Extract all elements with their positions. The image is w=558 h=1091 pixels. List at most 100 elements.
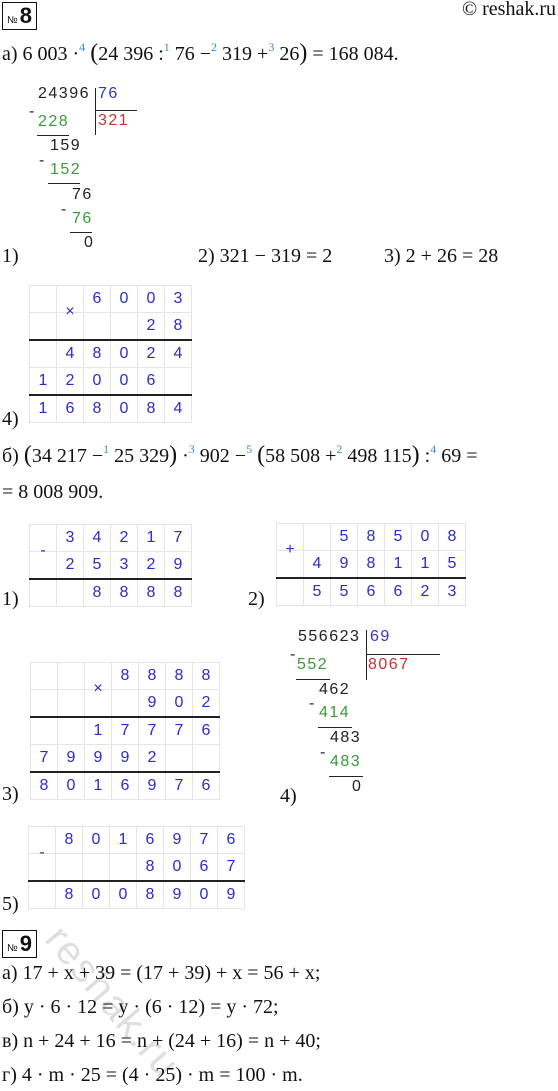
parenthesis: ( bbox=[257, 442, 266, 468]
digit-cell: 8 bbox=[138, 662, 166, 690]
digit-cell: 0 bbox=[83, 367, 111, 396]
subtrahend: 414 bbox=[319, 704, 351, 721]
digit-cell: 2 bbox=[138, 744, 166, 773]
equation-a: а) 6 003 ·4 (24 396 :1 76 −2 319 +3 26) … bbox=[2, 40, 399, 67]
subtraction-grid: -801697680678008909 bbox=[28, 826, 245, 909]
operator-cell: × bbox=[84, 675, 112, 703]
task-8-badge: №8 bbox=[2, 2, 37, 30]
digit-cell: 9 bbox=[163, 826, 191, 854]
minus: - bbox=[309, 695, 316, 712]
equation-text: 498 115 bbox=[342, 445, 412, 467]
digit-cell bbox=[111, 689, 139, 718]
digit-cell: 3 bbox=[438, 577, 466, 606]
subtrahend: 228 bbox=[38, 113, 70, 130]
equation-text: 34 217 − bbox=[31, 445, 104, 467]
digit-cell: 6 bbox=[192, 716, 220, 745]
digit-cell bbox=[29, 578, 57, 607]
equation-text: : bbox=[419, 445, 431, 467]
digit-cell: 8 bbox=[137, 394, 165, 423]
digit-cell: 4 bbox=[83, 524, 111, 552]
step-label: 4) bbox=[280, 785, 297, 807]
grid-row: × 6 0 0 3 bbox=[29, 285, 192, 326]
digit-cell: 5 bbox=[438, 550, 466, 579]
digit-cell: 0 bbox=[163, 853, 191, 882]
grid-row: +5 8 5 0 8 bbox=[276, 523, 466, 564]
digit-cell: 8 bbox=[55, 880, 83, 909]
equation-text: б) bbox=[2, 445, 24, 467]
remainder: 462 bbox=[319, 681, 351, 698]
equation-text: = 168 084. bbox=[307, 43, 399, 65]
digit-cell: 0 bbox=[82, 826, 110, 854]
digit-cell bbox=[30, 662, 58, 690]
digit-cell: 8 bbox=[357, 523, 385, 551]
quotient: 8067 bbox=[368, 656, 410, 673]
digit-cell: 9 bbox=[138, 771, 166, 800]
parenthesis: ( bbox=[23, 442, 32, 468]
parenthesis: ) bbox=[411, 442, 420, 468]
digit-cell: 9 bbox=[57, 744, 85, 773]
digit-cell: 8 bbox=[83, 578, 111, 607]
digit-cell: 1 bbox=[109, 826, 137, 854]
equation-text: 26 bbox=[274, 43, 300, 65]
parenthesis: ( bbox=[90, 40, 99, 66]
dividend: 556623 bbox=[298, 628, 361, 645]
digit-cell: 7 bbox=[190, 826, 218, 854]
step-3: 3) 2 + 26 = 28 bbox=[384, 245, 499, 267]
digit-cell: 7 bbox=[165, 771, 193, 800]
number-sign: № bbox=[7, 943, 18, 954]
digit-cell: 2 bbox=[137, 551, 165, 580]
task-number: 9 bbox=[19, 931, 32, 956]
operator-cell: - bbox=[29, 537, 57, 565]
digit-cell: 9 bbox=[217, 880, 245, 909]
digit-cell: 9 bbox=[111, 744, 139, 773]
digit-cell: 8 bbox=[192, 662, 220, 690]
digit-cell bbox=[57, 689, 85, 718]
digit-cell: 8 bbox=[136, 853, 164, 882]
minus: - bbox=[290, 646, 297, 663]
multiplication-grid: × 8 8 8 8 9 0 2 1 7 7 7 6 7 9 9 9 2 8 0 1 6 9 7 6 bbox=[30, 662, 220, 800]
digit-cell: 5 bbox=[303, 577, 331, 606]
digit-cell: 8 bbox=[111, 662, 139, 690]
digit-cell bbox=[165, 744, 193, 773]
digit-cell: 9 bbox=[84, 744, 112, 773]
page: №8 © reshak.ru а) 6 003 ·4 (24 396 :1 76… bbox=[0, 0, 558, 1091]
digit-cell: 1 bbox=[29, 367, 57, 396]
digit-cell bbox=[276, 577, 304, 606]
quotient: 321 bbox=[98, 112, 130, 129]
digit-cell: 8 bbox=[165, 662, 193, 690]
grid-row: 28 bbox=[29, 312, 192, 341]
digit-cell bbox=[29, 285, 57, 313]
digit-cell: 0 bbox=[57, 771, 85, 800]
equation-text: 25 329 bbox=[109, 445, 170, 467]
digit-cell: 9 bbox=[163, 880, 191, 909]
digit-cell: 7 bbox=[138, 716, 166, 745]
digit-cell: 0 bbox=[110, 339, 138, 368]
digit-cell: 7 bbox=[30, 744, 58, 773]
digit-cell: 8 bbox=[110, 578, 138, 607]
digit-cell: 4 bbox=[56, 339, 84, 368]
digit-cell bbox=[29, 339, 57, 368]
digit-cell: 0 bbox=[110, 285, 138, 313]
digit-cell bbox=[57, 662, 85, 690]
grid-row: 498115 bbox=[276, 550, 466, 579]
digit-cell: 8 bbox=[83, 339, 111, 368]
digit-cell bbox=[192, 744, 220, 773]
addition-grid: +5 8 5 0 8 4 9 8 1 1 5 5 5 6 6 2 3 bbox=[276, 523, 466, 606]
divisor: 76 bbox=[98, 85, 119, 102]
digit-cell: 6 bbox=[111, 771, 139, 800]
step-label: 1) bbox=[2, 245, 19, 267]
digit-cell: 1 bbox=[29, 394, 57, 423]
digit-cell: 2 bbox=[56, 367, 84, 396]
digit-cell: 1 bbox=[84, 771, 112, 800]
subtrahend: 552 bbox=[297, 656, 329, 673]
digit-cell bbox=[28, 880, 56, 909]
operator-cell: + bbox=[276, 536, 304, 564]
grid-row: 17776 bbox=[30, 716, 220, 745]
step-2: 2) 321 − 319 = 2 bbox=[198, 245, 333, 267]
digit-cell: 4 bbox=[164, 394, 192, 423]
digit-cell: 2 bbox=[137, 339, 165, 368]
digit-cell: 8 bbox=[164, 312, 192, 341]
digit-cell: 6 bbox=[384, 577, 412, 606]
grid-row: 8067 bbox=[28, 853, 245, 882]
digit-cell: 7 bbox=[165, 716, 193, 745]
